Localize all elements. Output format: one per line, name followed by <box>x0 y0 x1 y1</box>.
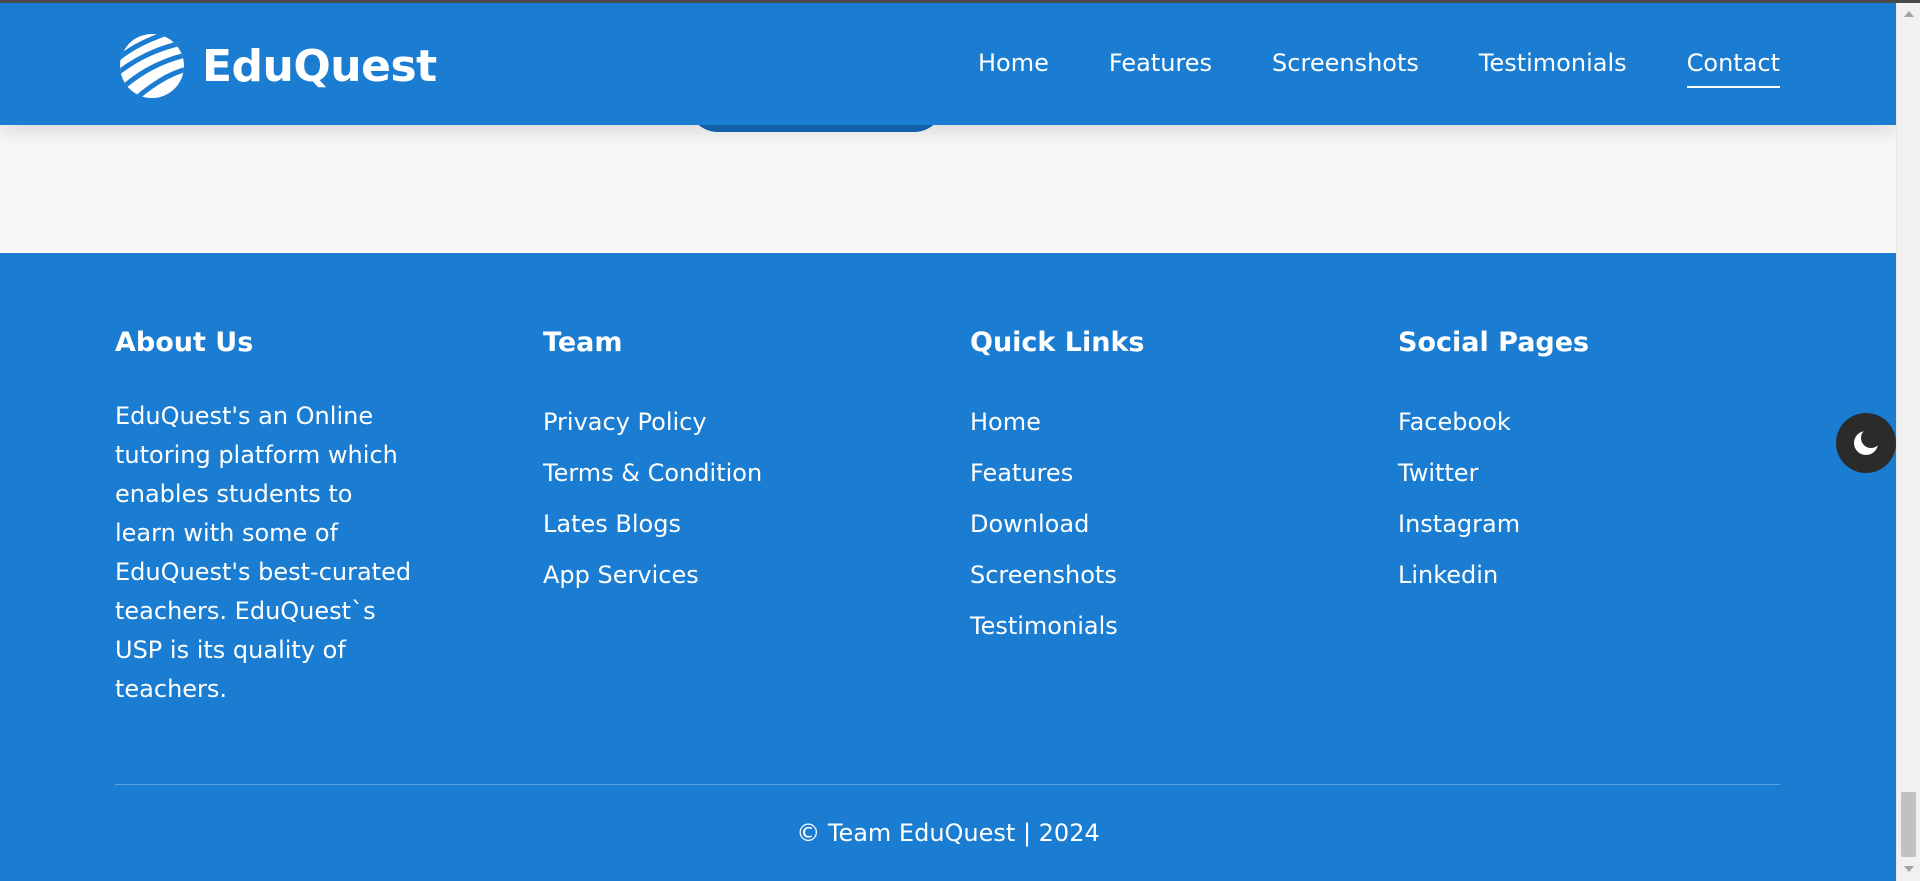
footer-team-title: Team <box>543 327 623 358</box>
footer-link-instagram[interactable]: Instagram <box>1398 510 1520 538</box>
footer-quick-links-title: Quick Links <box>970 327 1145 358</box>
main-nav: Home Features Screenshots Testimonials C… <box>978 49 1780 88</box>
footer-divider <box>115 784 1780 785</box>
moon-icon <box>1854 431 1878 455</box>
striped-globe-icon <box>120 34 184 98</box>
scroll-up-icon[interactable] <box>1897 4 1920 24</box>
list-item: Download <box>970 499 1145 550</box>
list-item: Lates Blogs <box>543 499 762 550</box>
site-footer: About Us EduQuest's an Online tutoring p… <box>0 253 1896 881</box>
list-item: Twitter <box>1398 448 1589 499</box>
footer-link-lates-blogs[interactable]: Lates Blogs <box>543 510 681 538</box>
list-item: Linkedin <box>1398 550 1589 601</box>
footer-link-linkedin[interactable]: Linkedin <box>1398 561 1498 589</box>
list-item: Terms & Condition <box>543 448 762 499</box>
page-scrollbar[interactable] <box>1896 0 1920 881</box>
footer-link-terms-condition[interactable]: Terms & Condition <box>543 459 762 487</box>
window-top-border <box>0 0 1920 3</box>
footer-about-text: EduQuest's an Online tutoring platform w… <box>115 402 412 704</box>
nav-item-home[interactable]: Home <box>978 49 1049 88</box>
list-item: Features <box>970 448 1145 499</box>
brand[interactable]: EduQuest <box>118 31 437 101</box>
list-item: Testimonials <box>970 601 1145 652</box>
nav-item-contact[interactable]: Contact <box>1686 49 1780 88</box>
list-item: Instagram <box>1398 499 1589 550</box>
list-item: Home <box>970 397 1145 448</box>
site-header: EduQuest Home Features Screenshots Testi… <box>0 3 1896 125</box>
footer-team-links: Privacy Policy Terms & Condition Lates B… <box>543 397 762 601</box>
footer-link-home[interactable]: Home <box>970 408 1041 436</box>
footer-link-testimonials[interactable]: Testimonials <box>970 612 1118 640</box>
nav-item-features[interactable]: Features <box>1109 49 1212 88</box>
nav-item-testimonials[interactable]: Testimonials <box>1479 49 1627 88</box>
list-item: Privacy Policy <box>543 397 762 448</box>
footer-about-title: About Us <box>115 327 254 358</box>
footer-social-links: Facebook Twitter Instagram Linkedin <box>1398 397 1589 601</box>
list-item: Facebook <box>1398 397 1589 448</box>
footer-copyright: © Team EduQuest | 2024 <box>796 819 1100 847</box>
footer-link-facebook[interactable]: Facebook <box>1398 408 1511 436</box>
brand-name: EduQuest <box>202 40 437 92</box>
footer-quick-links-column: Quick Links Home Features Download Scree… <box>970 327 1145 652</box>
footer-link-screenshots[interactable]: Screenshots <box>970 561 1117 589</box>
footer-social-title: Social Pages <box>1398 327 1590 358</box>
footer-link-app-services[interactable]: App Services <box>543 561 699 589</box>
footer-quick-links: Home Features Download Screenshots Testi… <box>970 397 1145 652</box>
scrollbar-thumb[interactable] <box>1901 792 1916 857</box>
scroll-down-icon[interactable] <box>1897 859 1920 879</box>
list-item: Screenshots <box>970 550 1145 601</box>
footer-link-privacy-policy[interactable]: Privacy Policy <box>543 408 707 436</box>
footer-about-column: About Us EduQuest's an Online tutoring p… <box>115 327 415 709</box>
footer-team-column: Team Privacy Policy Terms & Condition La… <box>543 327 762 601</box>
footer-link-twitter[interactable]: Twitter <box>1398 459 1478 487</box>
footer-social-column: Social Pages Facebook Twitter Instagram … <box>1398 327 1589 601</box>
footer-link-features[interactable]: Features <box>970 459 1073 487</box>
footer-link-download[interactable]: Download <box>970 510 1089 538</box>
list-item: App Services <box>543 550 762 601</box>
nav-item-screenshots[interactable]: Screenshots <box>1272 49 1419 88</box>
dark-mode-toggle[interactable] <box>1836 413 1896 473</box>
page-viewport: EduQuest Home Features Screenshots Testi… <box>0 0 1896 881</box>
